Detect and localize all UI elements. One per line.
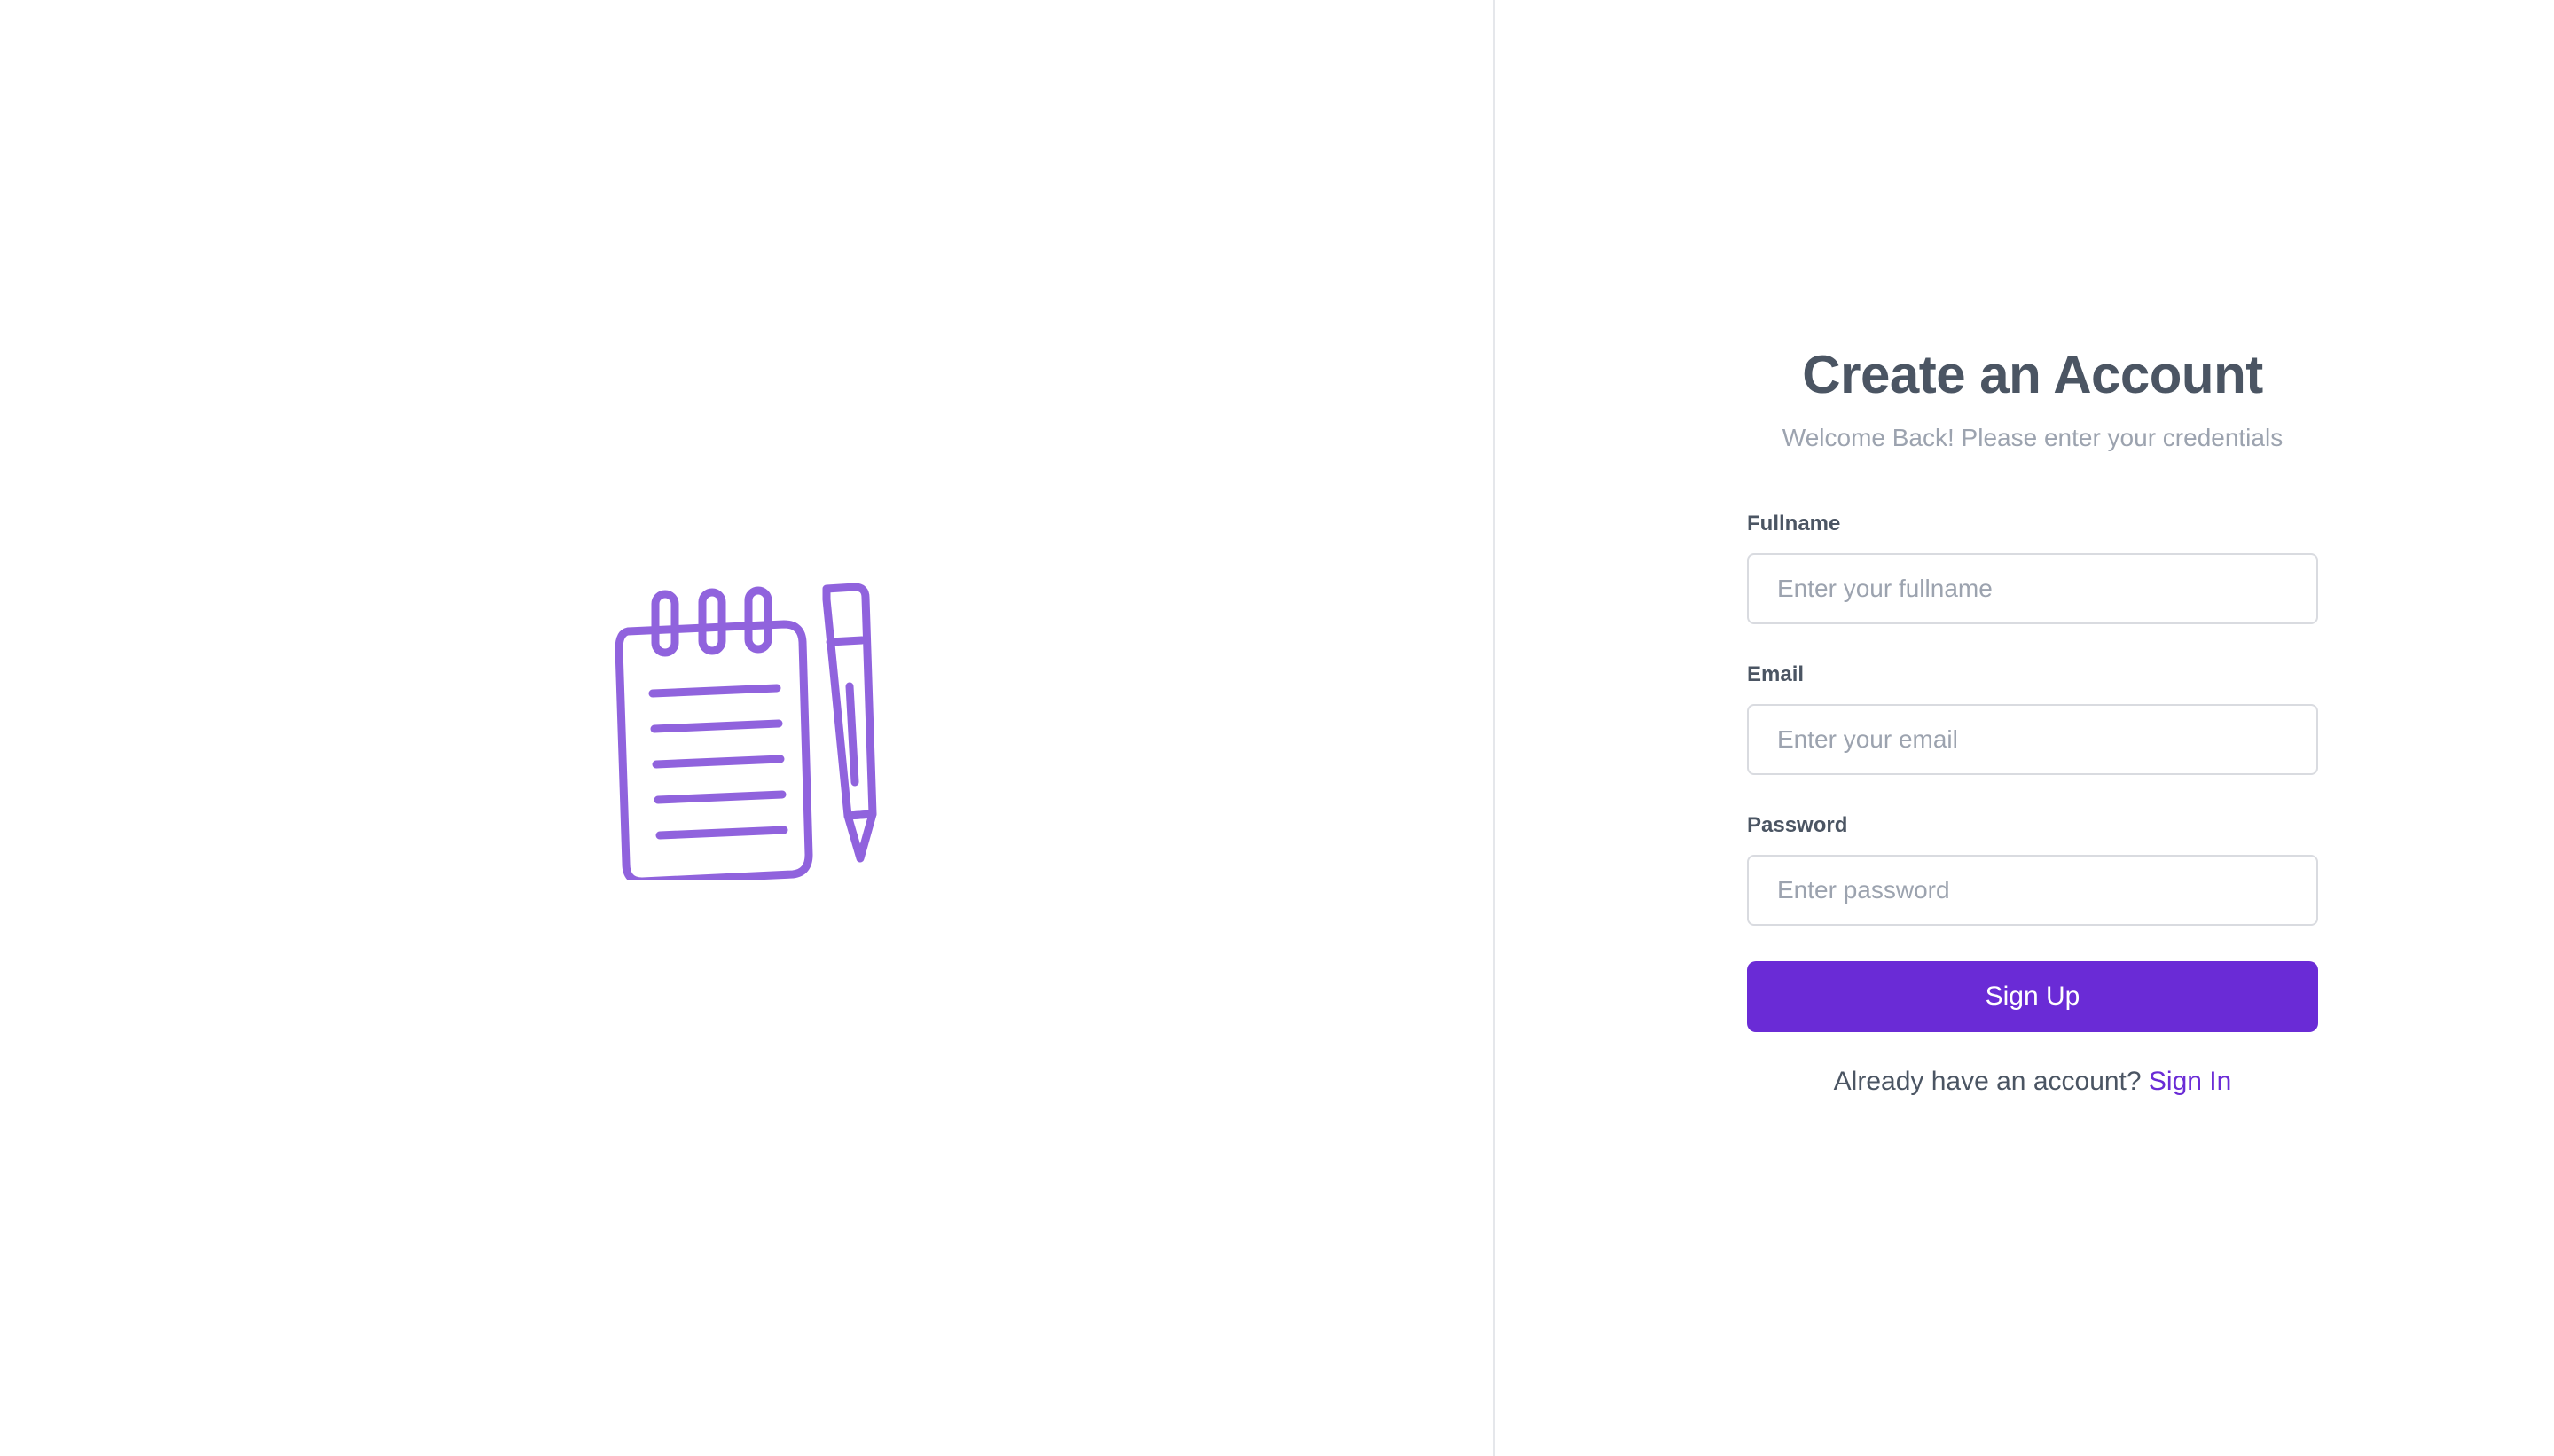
- page-title: Create an Account: [1802, 345, 2263, 404]
- fullname-field-group: Fullname: [1747, 509, 2318, 624]
- fullname-label: Fullname: [1747, 512, 1841, 536]
- signup-form: Create an Account Welcome Back! Please e…: [1747, 337, 2318, 1100]
- password-label: Password: [1747, 813, 1848, 837]
- signin-prompt-text: Already have an account?: [1833, 1067, 2142, 1096]
- illustration-panel: [0, 0, 1495, 1456]
- sign-in-link[interactable]: Sign In: [2149, 1067, 2231, 1096]
- password-input[interactable]: [1747, 855, 2318, 926]
- notepad-pencil-icon: [615, 583, 877, 880]
- sign-up-button[interactable]: Sign Up: [1747, 961, 2318, 1032]
- page-subtitle: Welcome Back! Please enter your credenti…: [1782, 424, 2284, 451]
- signup-page: Create an Account Welcome Back! Please e…: [0, 0, 2554, 1456]
- email-label: Email: [1747, 662, 1805, 686]
- email-field-group: Email: [1747, 660, 2318, 775]
- fullname-input[interactable]: [1747, 553, 2318, 624]
- password-field-group: Password: [1747, 810, 2318, 926]
- email-input[interactable]: [1747, 704, 2318, 775]
- signin-prompt: Already have an account? Sign In: [1747, 1064, 2318, 1100]
- form-panel: Create an Account Welcome Back! Please e…: [1495, 0, 2554, 1456]
